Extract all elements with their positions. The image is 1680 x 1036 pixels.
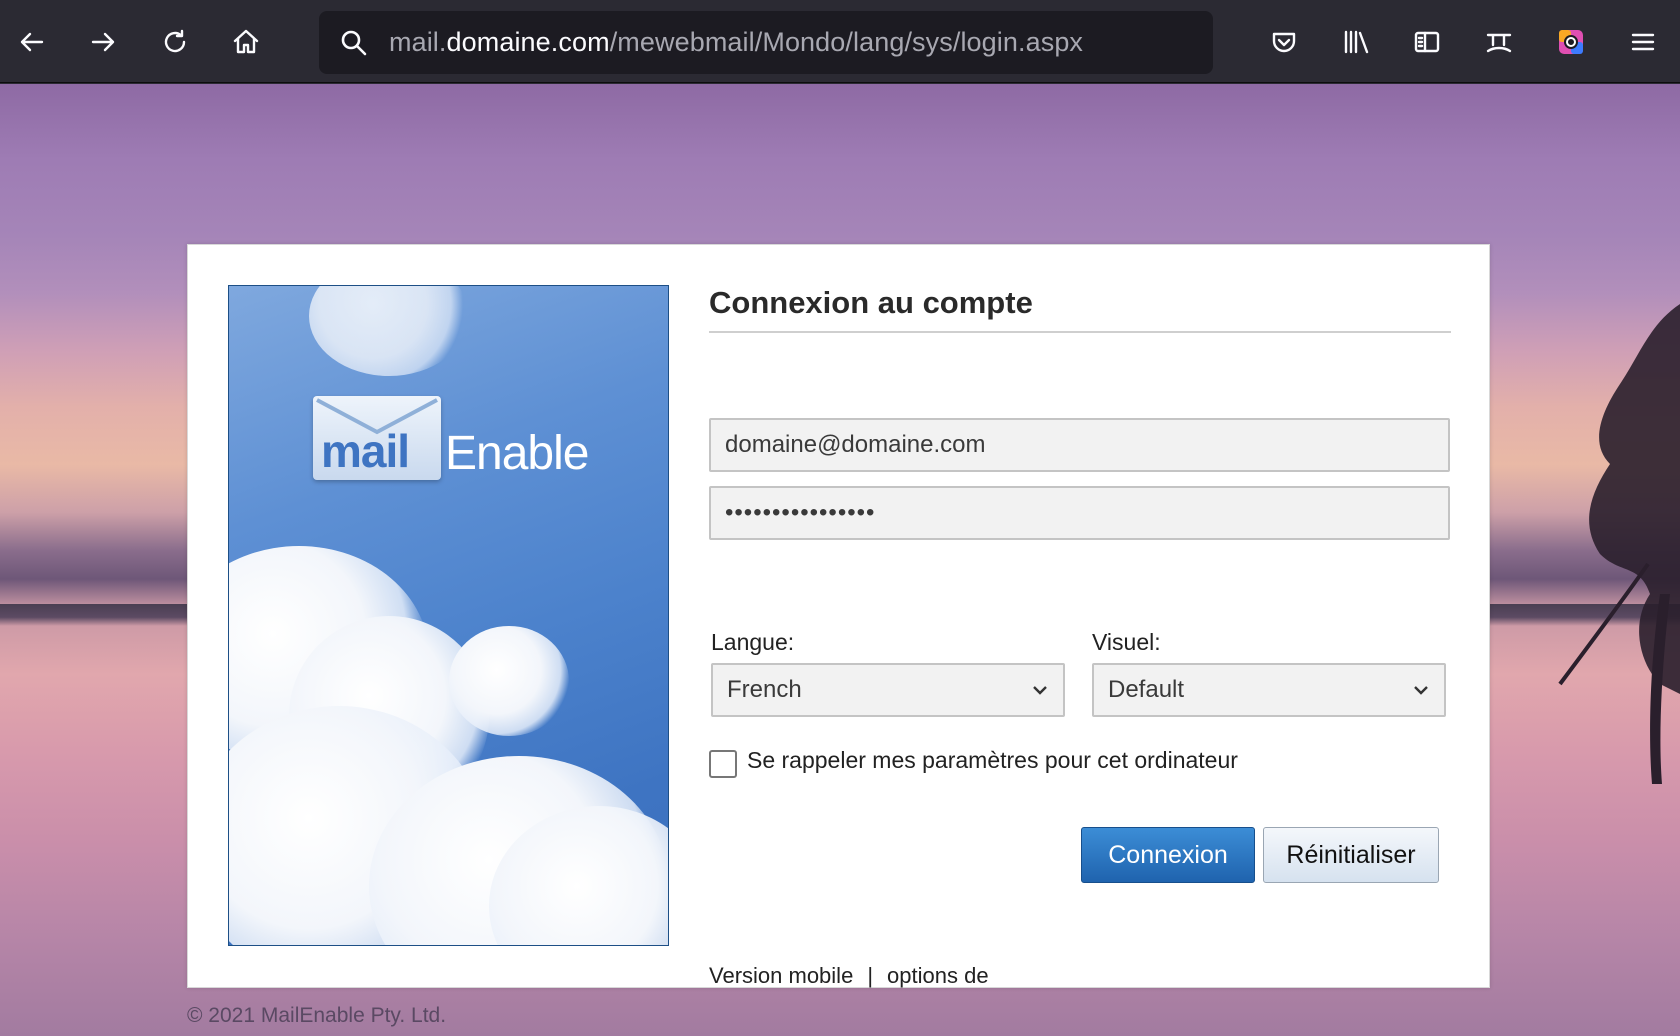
- skin-label: Visuel:: [1092, 629, 1161, 655]
- skin-select[interactable]: Default: [1092, 663, 1446, 717]
- sidebar-icon: [1414, 31, 1440, 53]
- language-selected-value: French: [727, 676, 802, 703]
- logo-mail-text: mail: [321, 425, 410, 477]
- menu-icon: [1631, 33, 1655, 51]
- reload-button[interactable]: [151, 18, 199, 66]
- login-panel: mail Enable Connexion au compte domaine@…: [187, 244, 1490, 988]
- login-button[interactable]: Connexion: [1081, 827, 1255, 883]
- skin-selected-value: Default: [1108, 676, 1185, 703]
- chevron-down-icon: [1414, 686, 1428, 695]
- password-input[interactable]: ••••••••••••••••: [709, 486, 1450, 540]
- menu-button[interactable]: [1619, 18, 1667, 66]
- mailenable-logo: mail Enable: [313, 396, 593, 496]
- remember-checkbox[interactable]: [709, 750, 737, 778]
- page-title: Connexion au compte: [709, 285, 1451, 333]
- copyright-text: © 2021 MailEnable Pty. Ltd.: [187, 1004, 447, 1027]
- translate-icon: [1486, 33, 1512, 53]
- forward-button[interactable]: [79, 18, 127, 66]
- forward-icon: [91, 32, 115, 52]
- browser-toolbar: mail.domaine.com/mewebmail/Mondo/lang/sy…: [0, 0, 1680, 83]
- logo-enable-text: Enable: [445, 427, 589, 480]
- back-button[interactable]: [8, 18, 56, 66]
- url-text[interactable]: mail.domaine.com/mewebmail/Mondo/lang/sy…: [389, 27, 1083, 58]
- home-icon: [233, 29, 259, 54]
- tree-silhouette: [1558, 304, 1680, 784]
- search-icon: [319, 11, 389, 74]
- reset-button[interactable]: Réinitialiser: [1263, 827, 1439, 883]
- remember-label[interactable]: Se rappeler mes paramètres pour cet ordi…: [747, 747, 1238, 774]
- chevron-down-icon: [1033, 686, 1047, 695]
- link-separator: |: [867, 963, 874, 988]
- pocket-icon: [1272, 32, 1296, 53]
- home-button[interactable]: [222, 18, 270, 66]
- footer-links: Version mobile | options de: [709, 963, 989, 989]
- sidebar-button[interactable]: [1403, 18, 1451, 66]
- address-bar[interactable]: mail.domaine.com/mewebmail/Mondo/lang/sy…: [319, 11, 1213, 74]
- extension-button[interactable]: [1547, 18, 1595, 66]
- pocket-button[interactable]: [1260, 18, 1308, 66]
- mailenable-banner: mail Enable: [228, 285, 669, 946]
- translate-button[interactable]: [1475, 18, 1523, 66]
- language-select[interactable]: French: [711, 663, 1065, 717]
- mobile-version-link[interactable]: Version mobile: [709, 963, 853, 989]
- library-icon: [1344, 30, 1369, 54]
- reload-icon: [164, 29, 186, 53]
- extension-icon: [1559, 30, 1583, 54]
- library-button[interactable]: [1332, 18, 1380, 66]
- login-form: Connexion au compte domaine@domaine.com …: [709, 285, 1451, 988]
- language-label: Langue:: [711, 629, 795, 655]
- username-input[interactable]: domaine@domaine.com: [709, 418, 1450, 472]
- back-icon: [20, 32, 44, 52]
- options-link[interactable]: options de: [887, 963, 989, 989]
